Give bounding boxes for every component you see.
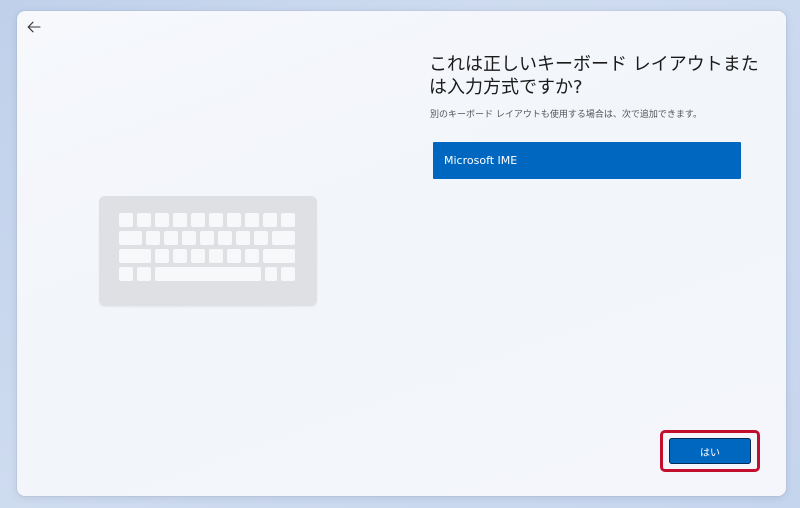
setup-window: これは正しいキーボード レイアウトまたは入力方式ですか? 別のキーボード レイア… (17, 11, 786, 496)
keyboard-option-label: Microsoft IME (444, 154, 518, 167)
yes-button[interactable]: はい (669, 438, 751, 464)
yes-button-label: はい (700, 447, 720, 459)
keyboard-icon (99, 196, 317, 306)
page-title: これは正しいキーボード レイアウトまたは入力方式ですか? (429, 54, 759, 98)
keyboard-option-microsoft-ime[interactable]: Microsoft IME (433, 142, 741, 179)
back-button[interactable] (23, 17, 45, 37)
arrow-left-icon (27, 21, 41, 33)
page-subtitle: 別のキーボード レイアウトも使用する場合は、次で追加できます。 (430, 110, 702, 120)
